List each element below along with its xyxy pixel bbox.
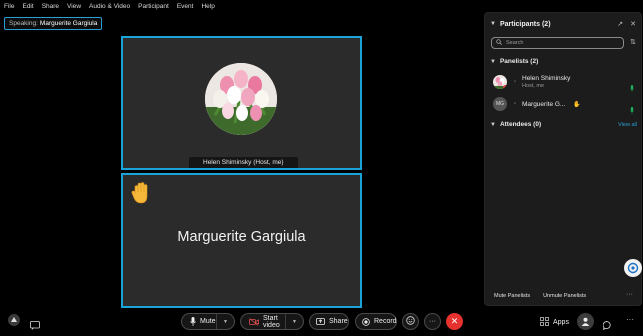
microphone-icon (190, 317, 196, 326)
more-options-icon[interactable]: ··· (626, 291, 633, 298)
close-icon[interactable]: ✕ (630, 20, 636, 28)
participants-header[interactable]: ▼ Participants (2) ↗ ✕ (490, 18, 636, 30)
panelists-title: Panelists (2) (499, 58, 539, 65)
sort-icon[interactable]: ⇅ (630, 38, 636, 46)
panelists-section-header[interactable]: ▼ Panelists (2) (490, 58, 538, 65)
raised-hand-icon (131, 181, 151, 205)
menu-event[interactable]: Event (177, 3, 194, 10)
participants-panel: ▼ Participants (2) ↗ ✕ Search ⇅ ▼ Paneli… (484, 12, 642, 306)
apps-label: Apps (553, 319, 569, 326)
emoji-icon (406, 316, 415, 327)
speaking-indicator: Speaking: Marguerite Gargiula (4, 17, 103, 30)
panel-actions: Mute Panelists Unmute Panelists (494, 293, 586, 299)
speaking-label: Speaking: (9, 20, 38, 27)
search-icon (496, 39, 502, 47)
panelist-name: Marguerite G... (522, 100, 566, 108)
more-options-label: ··· (429, 318, 436, 325)
share-icon (316, 317, 325, 326)
menu-view[interactable]: View (67, 3, 81, 10)
panelist-name: Helen Shiminsky (522, 75, 571, 82)
search-placeholder: Search (506, 40, 524, 46)
apps-button[interactable]: Apps (540, 317, 569, 328)
participants-title: Participants (2) (499, 20, 551, 28)
record-label: Record (374, 318, 397, 325)
video-tile-host[interactable]: Helen Shiminsky (Host, me) (121, 36, 362, 170)
meeting-toolbar: Mute ▼ Start video ▼ Share Record ··· ✕ (0, 309, 643, 336)
share-button[interactable]: Share (309, 313, 349, 330)
person-icon (581, 313, 590, 331)
mic-active-icon (630, 79, 634, 92)
participant-name-large: Marguerite Gargiula (177, 229, 306, 245)
participants-toggle-button[interactable] (577, 313, 594, 330)
chevron-down-icon[interactable]: ▼ (285, 314, 303, 329)
raised-hand-icon: ✋ (573, 101, 581, 108)
headset-icon: ◦ (513, 79, 517, 85)
chevron-down-icon: ▼ (490, 58, 496, 65)
network-status-icon[interactable] (7, 313, 21, 327)
avatar-tulips (205, 63, 277, 135)
captions-icon[interactable] (30, 317, 40, 335)
mic-active-icon (630, 101, 634, 114)
start-video-button[interactable]: Start video ▼ (240, 313, 304, 330)
speaking-name: Marguerite Gargiula (39, 20, 98, 27)
mute-button[interactable]: Mute ▼ (181, 313, 235, 330)
view-all-link[interactable]: View all (618, 122, 637, 128)
start-video-label: Start video (263, 314, 280, 329)
video-tile-panelist[interactable]: Marguerite Gargiula (121, 173, 362, 308)
record-icon (362, 317, 370, 326)
chevron-down-icon[interactable]: ▼ (490, 21, 496, 27)
panelist-role: Host, me (522, 83, 545, 89)
unmute-panelists-button[interactable]: Unmute Panelists (543, 293, 586, 299)
chevron-down-icon[interactable]: ▼ (216, 314, 234, 329)
mute-label: Mute (200, 318, 216, 325)
menu-edit[interactable]: Edit (22, 3, 33, 10)
attendees-section-header[interactable]: ▼ Attendees (0) (490, 121, 541, 128)
chevron-down-icon: ▼ (490, 121, 496, 128)
apps-grid-icon (540, 317, 549, 328)
attendees-title: Attendees (0) (499, 121, 542, 128)
host-nameplate: Helen Shiminsky (Host, me) (189, 157, 298, 168)
leave-meeting-button[interactable]: ✕ (446, 313, 463, 330)
panelist-row-helen[interactable]: ◦ Helen Shiminsky Host, me (493, 75, 638, 92)
popout-icon[interactable]: ↗ (617, 20, 623, 28)
share-label: Share (329, 318, 348, 325)
reactions-button[interactable] (402, 313, 419, 330)
status-badge (503, 85, 507, 89)
panelist-row-marguerite[interactable]: MG ◦ Marguerite G... ✋ (493, 97, 638, 114)
headset-icon: ◦ (513, 101, 517, 107)
avatar: MG (493, 97, 507, 111)
mute-panelists-button[interactable]: Mute Panelists (494, 293, 530, 299)
record-button[interactable]: Record (355, 313, 397, 330)
menu-help[interactable]: Help (201, 3, 214, 10)
menu-file[interactable]: File (4, 3, 14, 10)
search-input[interactable]: Search (491, 37, 624, 49)
menu-audio-video[interactable]: Audio & Video (89, 3, 130, 10)
menu-share[interactable]: Share (42, 3, 59, 10)
more-options-button[interactable]: ··· (424, 313, 441, 330)
assistant-icon[interactable] (624, 259, 642, 277)
chat-icon[interactable] (602, 317, 612, 335)
menu-participant[interactable]: Participant (138, 3, 169, 10)
video-off-icon (249, 317, 259, 326)
close-icon: ✕ (450, 316, 459, 326)
avatar (493, 75, 507, 89)
more-icon[interactable]: ··· (626, 315, 634, 324)
